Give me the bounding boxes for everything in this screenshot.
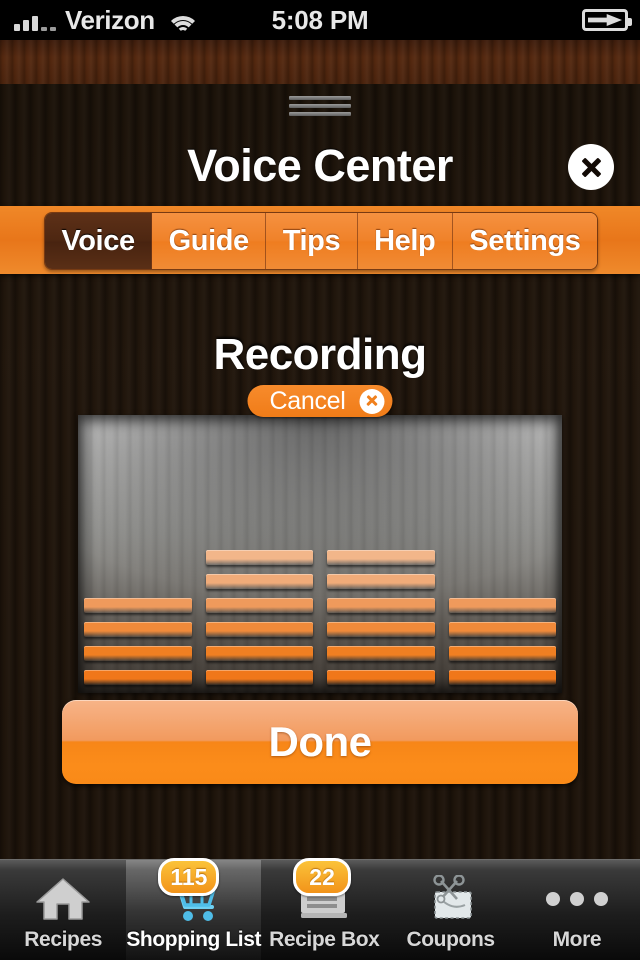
vu-segment [84,598,192,613]
segmented-control: Voice Guide Tips Help Settings [44,212,598,270]
tabbar-item-recipes[interactable]: Recipes [0,860,126,960]
tabbar-label-recipe-box: Recipe Box [269,928,380,951]
vu-segment [205,646,313,661]
badge-recipe-box: 22 [293,858,352,896]
status-bar-right [582,0,632,40]
scissors-coupon-icon [418,873,484,925]
clock-label: 5:08 PM [271,5,369,35]
done-button[interactable]: Done [62,700,578,784]
vu-column-3 [327,411,435,689]
vu-segment [84,622,192,637]
tabbar-item-shopping-list[interactable]: 115 Shopping List [126,858,262,960]
app-screen: Verizon 5:08 PM Voice Center Voice Guide… [0,0,640,960]
vu-segment [448,646,556,661]
vu-segment [84,646,192,661]
vu-column-1 [84,411,192,689]
ellipsis-icon [544,873,610,925]
status-bar: Verizon 5:08 PM [0,0,640,40]
vu-segment [327,622,435,637]
recording-title: Recording [213,330,427,379]
tabbar-item-coupons[interactable]: Coupons [387,860,513,960]
tabbar-label-coupons: Coupons [406,928,495,951]
home-icon [30,873,96,925]
tab-tips[interactable]: Tips [266,213,358,269]
vu-segment [205,622,313,637]
vu-segment [448,598,556,613]
tabbar-label-recipes: Recipes [24,928,103,951]
vu-column-4 [448,411,556,689]
close-icon[interactable] [568,144,614,190]
tab-help[interactable]: Help [357,213,453,269]
badge-shopping-list: 115 [158,858,220,896]
vu-segment [205,670,313,685]
vu-segment [327,670,435,685]
drag-handle-icon[interactable] [289,96,351,120]
done-button-label: Done [268,718,373,765]
tabbar-label-more: More [552,928,602,951]
tabbar-label-shopping-list: Shopping List [126,928,262,951]
vu-segment [84,670,192,685]
vu-segment [327,646,435,661]
vu-column-2 [205,411,313,689]
panel-header: Voice Center [0,130,640,202]
vu-segment [205,598,313,613]
battery-charging-icon [582,9,632,31]
circle-x-icon [359,388,385,414]
tab-guide[interactable]: Guide [152,213,267,269]
bottom-tab-bar: Recipes 115 Shopping List 22 Recipe Box … [0,858,640,960]
page-title: Voice Center [187,140,453,191]
tab-settings[interactable]: Settings [452,213,597,269]
cancel-recording-button[interactable]: Cancel [247,385,393,417]
vu-segment [448,670,556,685]
vu-segment [205,550,313,565]
tab-voice[interactable]: Voice [45,213,153,269]
vu-segment [327,574,435,589]
vu-segment [205,574,313,589]
audio-level-meter [78,415,562,693]
vu-segment [327,550,435,565]
cancel-button-label: Cancel [269,386,346,415]
vu-segment [327,598,435,613]
tab-strip: Voice Guide Tips Help Settings [0,206,640,274]
vu-segment [448,622,556,637]
tabbar-item-recipe-box[interactable]: 22 Recipe Box [261,858,387,960]
wood-background-strip [0,40,640,84]
tabbar-item-more[interactable]: More [514,860,640,960]
